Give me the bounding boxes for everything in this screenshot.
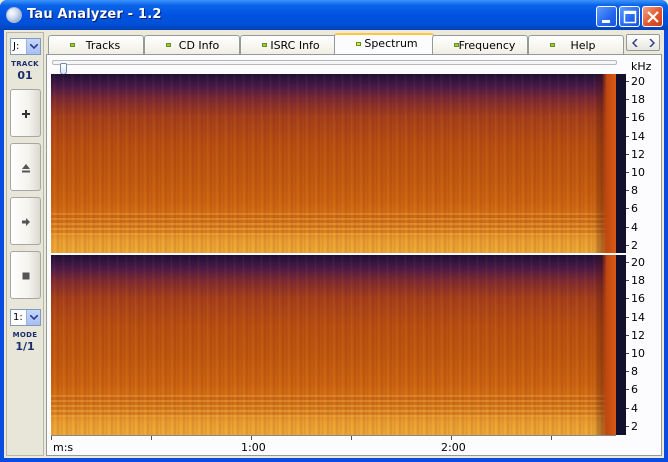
frequency-tick-mark bbox=[626, 371, 629, 373]
left-toolbar: J: TRACK 01 1: MODE 1/1 bbox=[6, 32, 44, 456]
frequency-tick-label: 12 bbox=[631, 147, 645, 161]
tab-label: Help bbox=[570, 39, 596, 52]
close-button[interactable] bbox=[642, 6, 663, 27]
mode-value: 1/1 bbox=[15, 340, 35, 353]
frequency-tick-label: 18 bbox=[631, 274, 645, 288]
frequency-tick-label: 14 bbox=[631, 310, 645, 324]
frequency-tick-mark bbox=[626, 280, 629, 282]
title-bar[interactable]: Tau Analyzer - 1.2 bbox=[0, 0, 668, 30]
frequency-tick-label: 10 bbox=[631, 347, 645, 360]
frequency-tick-label: 6 bbox=[631, 383, 638, 397]
frequency-tick-mark bbox=[626, 389, 629, 391]
mode-select-value: 1: bbox=[13, 312, 23, 323]
frequency-unit-label: kHz bbox=[631, 60, 652, 73]
eject-button[interactable] bbox=[10, 143, 41, 191]
frequency-tick-label: 8 bbox=[631, 184, 638, 198]
frequency-tick-mark bbox=[626, 298, 629, 300]
frequency-tick-mark bbox=[626, 316, 629, 318]
frequency-tick-label: 20 bbox=[631, 256, 645, 269]
plus-icon bbox=[22, 110, 30, 118]
drive-select[interactable]: J: bbox=[10, 38, 41, 55]
frequency-tick-label: 16 bbox=[631, 292, 645, 306]
frequency-tick-mark bbox=[626, 334, 629, 336]
frequency-tick-label: 2 bbox=[631, 238, 638, 252]
tab-spectrum[interactable]: Spectrum bbox=[334, 33, 434, 55]
minimize-button[interactable] bbox=[596, 6, 617, 27]
spectrogram-scale-bar bbox=[616, 255, 626, 435]
tab-isrc-info[interactable]: ISRC Info bbox=[240, 35, 336, 54]
client-area: J: TRACK 01 1: MODE 1/1 Tracks CD Info I… bbox=[4, 30, 664, 458]
play-button[interactable] bbox=[10, 197, 41, 245]
position-slider-track[interactable] bbox=[52, 60, 617, 75]
close-icon bbox=[647, 11, 659, 23]
app-window: Tau Analyzer - 1.2 J: TRACK 01 1: MODE 1… bbox=[0, 0, 668, 462]
frequency-tick-label: 2 bbox=[631, 419, 638, 433]
plus-button[interactable] bbox=[10, 89, 41, 137]
time-label-2-00: 2:00 bbox=[441, 441, 466, 454]
minimize-icon bbox=[602, 20, 610, 23]
time-axis: m:s 1:00 2:00 bbox=[51, 435, 616, 455]
frequency-tick-mark bbox=[626, 172, 629, 173]
window-title: Tau Analyzer - 1.2 bbox=[27, 7, 162, 22]
chevron-down-icon[interactable] bbox=[26, 310, 40, 325]
spectrogram-scale-bar bbox=[616, 74, 626, 253]
frequency-tick-mark bbox=[626, 262, 629, 263]
tab-cd-info[interactable]: CD Info bbox=[144, 35, 240, 54]
drive-value: J: bbox=[13, 41, 20, 52]
frequency-tick-mark bbox=[626, 244, 629, 246]
spectrogram-left-channel[interactable] bbox=[51, 74, 616, 253]
stop-icon bbox=[22, 272, 30, 280]
tab-strip: Tracks CD Info ISRC Info Spectrum Freque… bbox=[46, 33, 624, 55]
chevron-right-icon bbox=[649, 39, 655, 47]
maximize-icon bbox=[623, 10, 637, 24]
frequency-tick-label: 16 bbox=[631, 111, 645, 125]
frequency-tick-mark bbox=[626, 153, 629, 155]
maximize-button[interactable] bbox=[619, 6, 640, 27]
frequency-tick-label: 6 bbox=[631, 202, 638, 216]
frequency-tick-label: 18 bbox=[631, 93, 645, 107]
tab-label: Spectrum bbox=[364, 37, 418, 50]
tab-label: CD Info bbox=[178, 39, 220, 52]
frequency-tick-label: 4 bbox=[631, 220, 638, 234]
tab-label: ISRC Info bbox=[270, 39, 320, 52]
frequency-tick-label: 12 bbox=[631, 328, 645, 342]
frequency-tick-label: 14 bbox=[631, 129, 645, 143]
frequency-tick-mark bbox=[626, 135, 629, 137]
tab-label: Tracks bbox=[85, 39, 121, 52]
frequency-tick-label: 8 bbox=[631, 365, 638, 379]
tab-help[interactable]: Help bbox=[528, 35, 624, 54]
frequency-tick-mark bbox=[626, 99, 629, 101]
chevron-down-icon[interactable] bbox=[26, 39, 40, 54]
frequency-tick-label: 20 bbox=[631, 75, 645, 88]
frequency-tick-mark bbox=[626, 81, 629, 82]
frequency-tick-mark bbox=[626, 407, 629, 409]
tab-label: Frequency bbox=[458, 39, 516, 52]
chevron-left-icon bbox=[632, 39, 638, 47]
tab-scroll-right-button[interactable] bbox=[644, 35, 660, 50]
tab-scroll-control bbox=[626, 34, 660, 51]
spectrogram-right-channel[interactable] bbox=[51, 255, 616, 435]
mode-select[interactable]: 1: bbox=[10, 309, 41, 326]
frequency-tick-mark bbox=[626, 353, 629, 354]
eject-icon bbox=[22, 164, 30, 173]
tab-scroll-left-button[interactable] bbox=[627, 35, 643, 50]
frequency-tick-label: 10 bbox=[631, 166, 645, 179]
frequency-tick-mark bbox=[626, 208, 629, 210]
frequency-tick-mark bbox=[626, 117, 629, 119]
track-label: TRACK bbox=[11, 60, 39, 68]
tab-frequency[interactable]: Frequency bbox=[432, 35, 528, 54]
track-number: 01 bbox=[17, 69, 33, 82]
time-label-1-00: 1:00 bbox=[241, 441, 266, 454]
play-icon bbox=[22, 218, 30, 226]
frequency-tick-mark bbox=[626, 425, 629, 427]
tab-tracks[interactable]: Tracks bbox=[48, 35, 144, 54]
mode-label: MODE bbox=[12, 331, 38, 339]
stop-button[interactable] bbox=[10, 251, 41, 299]
frequency-tick-label: 4 bbox=[631, 401, 638, 415]
spectrum-panel: kHz 20 18 16 14 12 10 8 6 4 2 20 18 16 14 12 10 8 6 4 2 m:… bbox=[46, 54, 662, 456]
frequency-tick-mark bbox=[626, 190, 629, 192]
frequency-tick-mark bbox=[626, 226, 629, 228]
time-axis-unit: m:s bbox=[53, 441, 74, 454]
app-icon bbox=[6, 7, 22, 23]
